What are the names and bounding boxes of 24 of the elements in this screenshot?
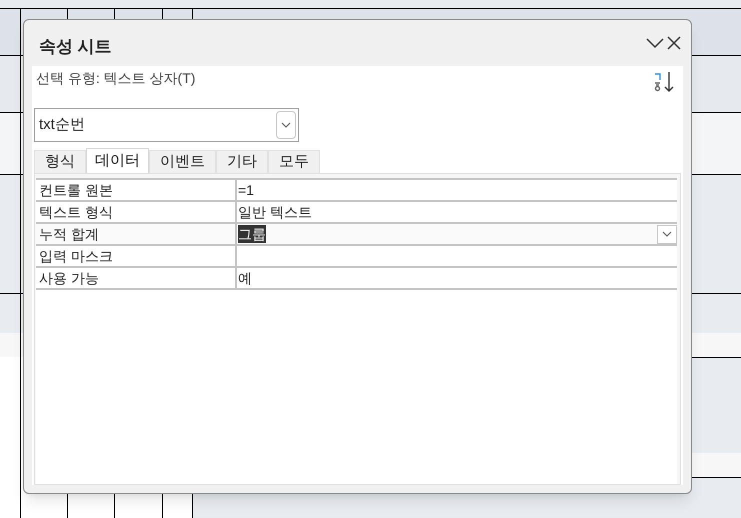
selection-type-label: 선택 유형: 텍스트 상자(T) [36,69,196,88]
tab[interactable]: 기타 [216,150,268,173]
chevron-down-icon [662,231,672,237]
dropdown-button[interactable] [657,224,677,244]
tab[interactable]: 형식 [34,150,86,173]
property-value[interactable]: 일반 텍스트 [238,202,312,222]
property-name: 사용 가능 [36,268,237,288]
chevron-down-icon[interactable] [646,37,664,49]
chevron-down-icon [281,122,291,128]
dropdown-button[interactable] [276,111,296,139]
panel-title: 속성 시트 [39,36,112,58]
tab[interactable]: 모두 [268,150,320,173]
property-value[interactable]: 그룹 [238,225,266,243]
property-value[interactable]: =1 [238,180,254,200]
property-row[interactable]: 컨트롤 원본 =1 [36,178,677,200]
property-row[interactable]: 사용 가능 예 [36,266,677,288]
tab[interactable]: 이벤트 [149,150,216,173]
property-row[interactable]: 텍스트 형식 일반 텍스트 [36,200,677,222]
property-row[interactable]: 누적 합계 그룹 [36,222,677,244]
tab[interactable]: 데이터 [86,148,149,173]
property-value[interactable]: 예 [238,268,252,288]
property-row[interactable]: 입력 마스크 [36,244,677,266]
object-dropdown[interactable]: txt순번 [34,108,299,142]
close-icon[interactable] [667,36,681,50]
